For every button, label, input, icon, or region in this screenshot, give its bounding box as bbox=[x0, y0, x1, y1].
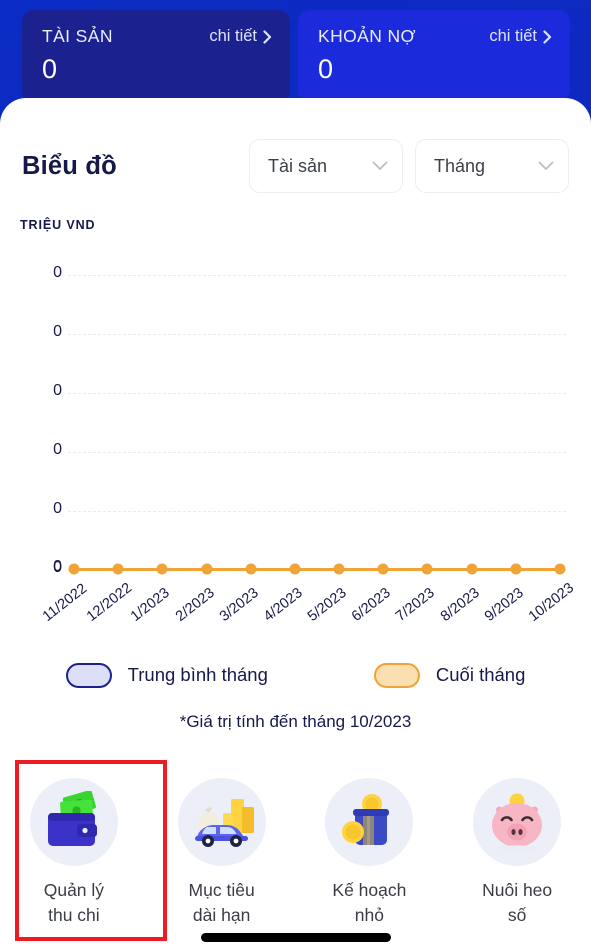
x-axis-tick: 1/2023 bbox=[128, 584, 174, 625]
page-title: Biểu đồ bbox=[22, 151, 117, 180]
chart-x-axis: 11/2022 12/2022 1/2023 2/2023 3/2023 4/2023 5/… bbox=[0, 578, 591, 638]
shortcut-digital-piggy-bank[interactable]: Nuôi heo số bbox=[443, 760, 591, 942]
series-point[interactable] bbox=[466, 563, 478, 575]
assets-detail-label: chi tiết bbox=[209, 27, 257, 45]
series-point[interactable] bbox=[554, 563, 566, 575]
y-axis-unit-label: TRIỆU VND bbox=[20, 218, 96, 232]
x-axis-tick: 11/2022 bbox=[39, 580, 91, 625]
y-axis-tick: 0 bbox=[53, 441, 62, 458]
shortcut-expense-management[interactable]: Quản lý thu chi bbox=[0, 760, 148, 942]
liabilities-detail-label: chi tiết bbox=[489, 27, 537, 45]
gridline bbox=[68, 275, 566, 276]
x-axis-tick: 10/2023 bbox=[525, 580, 578, 625]
x-axis-tick: 5/2023 bbox=[304, 584, 350, 625]
gridline bbox=[68, 334, 566, 335]
period-select-value: Tháng bbox=[434, 155, 486, 176]
x-axis-tick: 8/2023 bbox=[437, 584, 483, 625]
chart-filters: Tài sản Tháng bbox=[249, 139, 569, 193]
series-point[interactable] bbox=[333, 563, 345, 575]
series-point[interactable] bbox=[68, 563, 80, 575]
series-point[interactable] bbox=[245, 563, 257, 575]
shortcut-label-digital-piggy-bank: Nuôi heo số bbox=[482, 880, 553, 926]
home-indicator bbox=[200, 933, 391, 942]
liabilities-detail-link[interactable]: chi tiết bbox=[489, 27, 552, 46]
metric-select[interactable]: Tài sản bbox=[249, 139, 403, 193]
shortcut-small-plan[interactable]: Kế hoạch nhỏ bbox=[296, 760, 444, 942]
x-axis-tick: 9/2023 bbox=[481, 584, 527, 625]
liabilities-card-header: KHOẢN NỢ chi tiết bbox=[318, 26, 552, 47]
legend-label-monthly-average: Trung bình tháng bbox=[127, 664, 268, 685]
series-point[interactable] bbox=[377, 563, 389, 575]
legend-item-monthly-average: Trung bình tháng bbox=[65, 662, 268, 688]
legend-swatch-monthly-average bbox=[65, 662, 112, 688]
series-line-month-end bbox=[74, 568, 560, 571]
y-axis-tick: 0 bbox=[53, 382, 62, 399]
chart-header: Biểu đồ Tài sản Tháng bbox=[0, 138, 591, 194]
assets-card-header: TÀI SẢN chi tiết bbox=[42, 26, 272, 47]
assets-label: TÀI SẢN bbox=[42, 26, 113, 46]
shortcuts-row: Quản lý thu chi Mục tiêu dài hạn Kế hoạc… bbox=[0, 760, 591, 942]
x-axis-tick: 3/2023 bbox=[216, 584, 262, 625]
x-axis-tick: 12/2022 bbox=[84, 580, 136, 625]
shortcut-label-expense-management: Quản lý thu chi bbox=[43, 880, 105, 926]
series-point[interactable] bbox=[156, 563, 168, 575]
x-axis-tick: 4/2023 bbox=[260, 584, 306, 625]
y-axis-tick: 0 bbox=[53, 500, 62, 517]
summary-card-liabilities[interactable]: KHOẢN NỢ chi tiết 0 bbox=[298, 10, 570, 102]
gridline bbox=[68, 393, 566, 394]
x-axis-tick: 2/2023 bbox=[172, 584, 218, 625]
legend-item-month-end: Cuối tháng bbox=[373, 662, 526, 688]
assets-detail-link[interactable]: chi tiết bbox=[209, 27, 272, 46]
x-axis-tick: 6/2023 bbox=[349, 584, 394, 625]
chevron-right-icon bbox=[543, 29, 552, 44]
wallet-cash-icon bbox=[29, 778, 118, 866]
piggy-bank-icon bbox=[473, 778, 562, 866]
gridline bbox=[68, 452, 566, 453]
series-point[interactable] bbox=[421, 563, 433, 575]
metric-select-value: Tài sản bbox=[268, 155, 328, 176]
shortcut-label-long-term-goal: Mục tiêu dài hạn bbox=[188, 880, 255, 926]
gridline bbox=[68, 511, 566, 512]
summary-card-assets[interactable]: TÀI SẢN chi tiết 0 bbox=[22, 10, 290, 102]
chevron-down-icon bbox=[372, 161, 388, 171]
y-axis-tick: 0 bbox=[53, 558, 62, 575]
chevron-right-icon bbox=[263, 29, 272, 44]
series-point[interactable] bbox=[289, 563, 301, 575]
sheet-notch bbox=[284, 98, 314, 120]
coin-jar-icon bbox=[325, 778, 414, 866]
y-axis-tick: 0 bbox=[53, 323, 62, 340]
x-axis-tick: 7/2023 bbox=[393, 584, 439, 625]
period-select[interactable]: Tháng bbox=[415, 139, 569, 193]
series-point[interactable] bbox=[201, 563, 213, 575]
legend-label-month-end: Cuối tháng bbox=[435, 664, 526, 685]
series-point[interactable] bbox=[112, 563, 124, 575]
shortcut-label-small-plan: Kế hoạch nhỏ bbox=[332, 880, 407, 926]
chart-plot-area: 0000000 bbox=[0, 255, 591, 585]
car-coins-icon bbox=[177, 778, 266, 866]
shortcut-long-term-goal[interactable]: Mục tiêu dài hạn bbox=[148, 760, 296, 942]
legend-swatch-month-end bbox=[373, 662, 420, 688]
chart-footnote: *Giá trị tính đến tháng 10/2023 bbox=[179, 712, 412, 731]
series-point[interactable] bbox=[510, 563, 522, 575]
liabilities-label: KHOẢN NỢ bbox=[318, 26, 416, 46]
chevron-down-icon bbox=[538, 161, 554, 171]
y-axis-tick: 0 bbox=[53, 264, 62, 281]
chart-legend: Trung bình tháng Cuối tháng bbox=[0, 658, 591, 692]
assets-value: 0 bbox=[42, 54, 58, 84]
liabilities-value: 0 bbox=[318, 54, 334, 84]
